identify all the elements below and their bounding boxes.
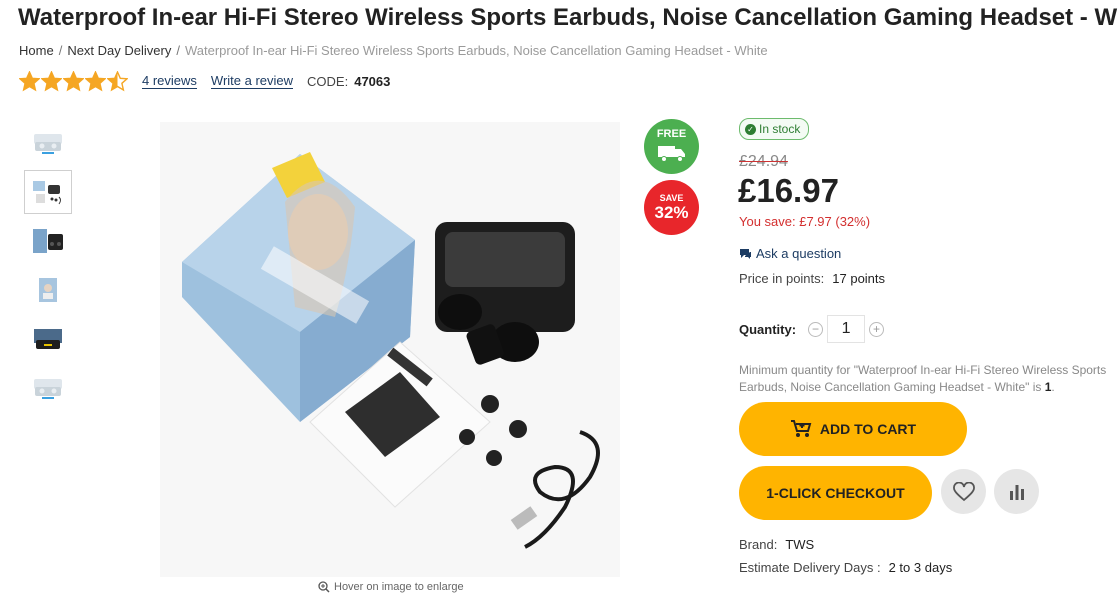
quantity-input[interactable]: 1 <box>827 315 866 343</box>
delivery-label: Estimate Delivery Days : <box>739 560 881 575</box>
ask-question-link[interactable]: Ask a question <box>739 246 841 261</box>
points-row: Price in points: 17 points <box>739 271 885 286</box>
compare-chart-icon <box>1009 484 1024 500</box>
save-badge: SAVE 32% <box>644 180 699 235</box>
charging-case-thumbnail-image <box>34 329 62 349</box>
plus-icon[interactable]: + <box>869 321 885 337</box>
thumbnail[interactable] <box>24 317 72 361</box>
brand-row: Brand: TWS <box>739 537 814 552</box>
box-front-thumbnail-image <box>39 278 57 302</box>
quantity-stepper: Quantity: − 1 + <box>739 315 885 343</box>
product-code: 47063 <box>354 73 391 89</box>
hover-hint: Hover on image to enlarge <box>318 581 464 593</box>
earbuds-case-white-thumbnail-image <box>34 379 62 399</box>
old-price: £24.94 <box>739 153 788 170</box>
breadcrumb-separator: / <box>176 43 180 58</box>
cart-icon <box>790 420 812 437</box>
breadcrumb: Home / Next Day Delivery / Waterproof In-ear… <box>19 43 768 58</box>
stock-status-text: In stock <box>759 122 801 136</box>
add-to-cart-label: ADD TO CART <box>819 421 917 437</box>
thumbnail[interactable] <box>24 219 72 263</box>
add-to-cart-button[interactable]: ADD TO CART <box>739 402 967 456</box>
star-full-icon <box>19 70 40 91</box>
reviews-link[interactable]: 4 reviews <box>142 73 197 89</box>
thumbnail[interactable] <box>24 366 72 410</box>
wishlist-button[interactable] <box>941 469 986 514</box>
chat-bubble-icon <box>740 248 751 259</box>
minus-icon[interactable]: − <box>808 321 824 337</box>
write-review-link[interactable]: Write a review <box>210 73 294 89</box>
minimum-quantity-note: Minimum quantity for "Waterproof In-ear … <box>739 362 1109 396</box>
you-save-text: You save: £7.97 (32%) <box>739 214 871 229</box>
free-delivery-label: FREE <box>656 128 687 140</box>
breadcrumb-category[interactable]: Next Day Delivery <box>67 43 171 58</box>
product-code-label: CODE: <box>307 73 349 89</box>
thumbnail[interactable] <box>24 268 72 312</box>
thumbnail[interactable] <box>24 170 72 214</box>
rating-row: 4 reviews Write a review CODE: 47063 <box>19 68 390 94</box>
quantity-label: Quantity: <box>739 321 797 337</box>
thumbnail[interactable] <box>24 121 72 165</box>
breadcrumb-current: Waterproof In-ear Hi-Fi Stereo Wireless … <box>184 43 768 58</box>
ask-question-text: Ask a question <box>756 246 842 261</box>
earbuds-box-thumbnail-image <box>33 229 63 253</box>
hover-hint-text: Hover on image to enlarge <box>334 581 464 593</box>
delivery-value: 2 to 3 days <box>888 560 953 575</box>
product-photo <box>160 122 620 577</box>
points-label: Price in points: <box>739 271 825 286</box>
save-label: SAVE <box>659 193 684 203</box>
minimum-quantity-suffix: . <box>1051 380 1055 394</box>
delivery-truck-icon <box>658 146 685 162</box>
star-full-icon <box>63 70 84 91</box>
brand-label: Brand: <box>739 537 778 552</box>
thumbnail-strip <box>24 121 74 415</box>
compare-button[interactable] <box>994 469 1039 514</box>
star-full-icon <box>85 70 106 91</box>
free-delivery-badge: FREE <box>644 119 699 174</box>
earbuds-case-open-thumbnail-image <box>34 134 62 154</box>
save-percent: 32% <box>654 203 689 222</box>
brand-value[interactable]: TWS <box>785 537 814 552</box>
delivery-estimate-row: Estimate Delivery Days : 2 to 3 days <box>739 560 952 575</box>
star-full-icon <box>41 70 62 91</box>
zoom-icon <box>318 581 330 593</box>
heart-icon <box>952 481 975 501</box>
star-rating <box>19 70 128 92</box>
one-click-checkout-button[interactable]: 1-CLICK CHECKOUT <box>739 466 932 520</box>
stock-status-badge: ✓ In stock <box>739 118 810 140</box>
breadcrumb-home[interactable]: Home <box>19 43 54 58</box>
main-product-image[interactable] <box>160 122 620 577</box>
package-contents-thumbnail-image <box>33 181 61 205</box>
points-value: 17 points <box>832 271 886 286</box>
check-icon: ✓ <box>745 123 756 135</box>
current-price: £16.97 <box>738 172 839 209</box>
breadcrumb-separator: / <box>58 43 63 58</box>
product-title: Waterproof In-ear Hi-Fi Stereo Wireless … <box>18 4 1118 31</box>
star-half-icon <box>107 70 128 91</box>
one-click-checkout-label: 1-CLICK CHECKOUT <box>766 485 905 501</box>
